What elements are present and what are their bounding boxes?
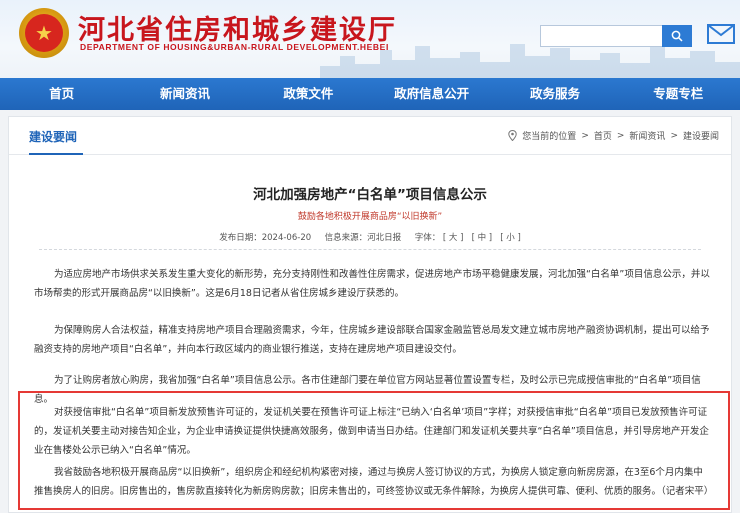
main-nav: 首页 新闻资讯 政策文件 政府信息公开 政务服务 专题专栏 — [0, 78, 740, 110]
font-small-button[interactable]: [ 小 ] — [500, 233, 521, 243]
font-size-label: 字体： — [414, 233, 441, 243]
emblem-icon[interactable]: ★ — [19, 8, 69, 58]
nav-item-news[interactable]: 新闻资讯 — [123, 78, 246, 110]
font-medium-button[interactable]: [ 中 ] — [472, 233, 493, 243]
search-input[interactable] — [540, 25, 662, 47]
site-header: ★ 河北省住房和城乡建设厅 DEPARTMENT OF HOUSING&URBA… — [0, 0, 740, 78]
breadcrumb-news[interactable]: 新闻资讯 — [629, 129, 665, 142]
location-icon — [508, 130, 517, 141]
breadcrumb: 您当前的位置 > 首页 > 新闻资讯 > 建设要闻 — [508, 129, 719, 142]
article-title: 河北加强房地产“白名单”项目信息公示 — [253, 187, 487, 203]
divider — [39, 249, 701, 250]
search-button[interactable] — [662, 25, 692, 47]
section-underline — [29, 153, 83, 155]
breadcrumb-current[interactable]: 建设要闻 — [683, 129, 719, 142]
nav-item-topics[interactable]: 专题专栏 — [617, 78, 740, 110]
article-paragraph: 为适应房地产市场供求关系发生重大变化的新形势，充分支持刚性和改善性住房需求，促进… — [34, 269, 710, 299]
article-meta: 发布日期：2024-06-20 信息来源：河北日报 字体： [ 大 ] [ 中 … — [9, 231, 731, 243]
search-icon — [671, 30, 683, 42]
breadcrumb-separator: > — [670, 130, 678, 141]
article-paragraph: 为保障购房人合法权益，精准支持房地产项目合理融资需求，今年，住房城乡建设部联合国… — [34, 325, 710, 355]
breadcrumb-prefix: 您当前的位置 — [522, 132, 577, 142]
font-large-button[interactable]: [ 大 ] — [443, 233, 464, 243]
content-panel: 建设要闻 您当前的位置 > 首页 > 新闻资讯 > 建设要闻 河北加强房地产“白… — [8, 116, 732, 513]
section-header: 建设要闻 您当前的位置 > 首页 > 新闻资讯 > 建设要闻 — [9, 117, 731, 155]
breadcrumb-separator: > — [616, 130, 625, 141]
nav-item-gov-info[interactable]: 政府信息公开 — [370, 78, 493, 110]
publish-date: 发布日期：2024-06-20 — [219, 233, 312, 243]
article-paragraph: 我省鼓励各地积极开展商品房“以旧换新”，组织房企和经纪机构紧密对接，通过与换房人… — [34, 467, 714, 497]
site-subtitle: DEPARTMENT OF HOUSING&URBAN-RURAL DEVELO… — [80, 42, 389, 52]
nav-item-policy[interactable]: 政策文件 — [247, 78, 370, 110]
nav-item-home[interactable]: 首页 — [0, 78, 123, 110]
article-paragraph: 对获授信审批“白名单”项目新发放预售许可证的，发证机关要在预售许可证上标注“已纳… — [34, 407, 709, 456]
breadcrumb-home[interactable]: 首页 — [594, 129, 612, 142]
breadcrumb-separator: > — [581, 130, 589, 141]
nav-item-services[interactable]: 政务服务 — [493, 78, 616, 110]
article-subtitle: 鼓励各地积极开展商品房“以旧换新” — [297, 212, 443, 222]
mail-icon[interactable] — [707, 24, 735, 44]
info-source: 信息来源：河北日报 — [324, 233, 402, 243]
section-title: 建设要闻 — [29, 130, 78, 144]
